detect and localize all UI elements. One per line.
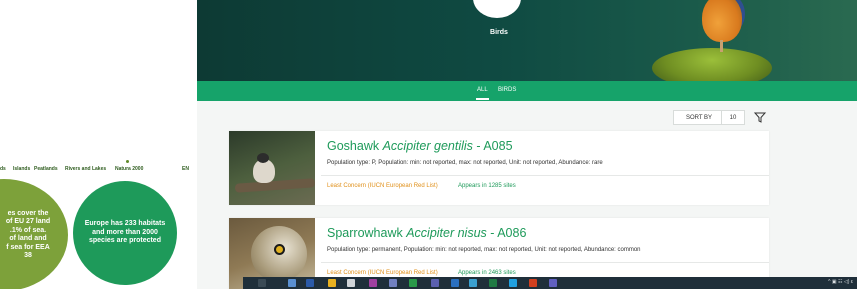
stat-bubble-coverage-text: es cover the of EU 27 land .1% of sea. o…: [5, 209, 51, 260]
species-code: - A086: [486, 226, 527, 240]
stat-bubble-coverage: es cover the of EU 27 land .1% of sea. o…: [0, 179, 68, 289]
nav-item-lands[interactable]: ds: [0, 166, 6, 172]
tab-all[interactable]: ALL: [477, 87, 488, 93]
species-common-name: Sparrowhawk: [327, 226, 407, 240]
skype-icon[interactable]: [509, 279, 517, 287]
card-divider: [321, 262, 769, 263]
species-population-info: Population type: permanent, Population: …: [327, 247, 641, 253]
nav-item-peatlands[interactable]: Peatlands: [34, 166, 58, 172]
sort-by-dropdown[interactable]: SORT BY: [673, 110, 725, 125]
system-tray[interactable]: ^ ▣ ☷ ◁) ε: [828, 279, 853, 285]
hero-banner: Birds: [197, 0, 857, 81]
hero-count-circle: [473, 0, 521, 18]
word-icon[interactable]: [306, 279, 314, 287]
active-nav-dot: [126, 160, 129, 163]
sites-count-link[interactable]: Appears in 2463 sites: [458, 270, 516, 276]
species-scientific-name: Accipiter gentilis: [382, 139, 473, 153]
red-list-status: Least Concern (IUCN European Red List): [327, 270, 438, 276]
nav-item-islands[interactable]: Islands: [13, 166, 30, 172]
species-population-info: Population type: P, Population: min: not…: [327, 160, 603, 166]
species-title[interactable]: Sparrowhawk Accipiter nisus - A086: [327, 226, 526, 240]
left-nav: ds Islands Peatlands Rivers and Lakes Na…: [0, 166, 197, 176]
sites-count-link[interactable]: Appears in 1285 sites: [458, 183, 516, 189]
screen: ds Islands Peatlands Rivers and Lakes Na…: [0, 0, 857, 289]
language-selector[interactable]: EN: [182, 166, 189, 172]
active-tab-indicator: [476, 98, 489, 100]
card-divider: [321, 175, 769, 176]
stat-bubble-habitats-text: Europe has 233 habitats and more than 20…: [84, 220, 166, 245]
species-title[interactable]: Goshawk Accipiter gentilis - A085: [327, 139, 513, 153]
species-common-name: Goshawk: [327, 139, 383, 153]
outlook-icon[interactable]: [451, 279, 459, 287]
nav-item-natura-2000[interactable]: Natura 2000: [115, 166, 143, 172]
branch-shape: [234, 178, 315, 193]
tab-bar: ALL BIRDS: [197, 81, 857, 101]
powerpoint-icon[interactable]: [529, 279, 537, 287]
species-thumbnail: [229, 131, 315, 205]
left-page-pane: ds Islands Peatlands Rivers and Lakes Na…: [0, 0, 197, 289]
task-view-icon[interactable]: [258, 279, 266, 287]
teams-icon[interactable]: [549, 279, 557, 287]
moss-perch: [652, 48, 772, 81]
edge-icon[interactable]: [469, 279, 477, 287]
bird-eye-shape: [274, 244, 285, 255]
nav-item-rivers-and-lakes[interactable]: Rivers and Lakes: [65, 166, 106, 172]
spotify-icon[interactable]: [409, 279, 417, 287]
excel-icon[interactable]: [489, 279, 497, 287]
taskbar: ^ ▣ ☷ ◁) ε: [243, 277, 857, 289]
red-list-status: Least Concern (IUCN European Red List): [327, 183, 438, 189]
app-icon[interactable]: [431, 279, 439, 287]
onenote-icon[interactable]: [369, 279, 377, 287]
search-app-icon[interactable]: [288, 279, 296, 287]
species-page: Birds ALL BIRDS SORT BY 10 Goshawk Accip…: [197, 0, 857, 289]
species-scientific-name: Accipiter nisus: [406, 226, 487, 240]
file-explorer-icon[interactable]: [328, 279, 336, 287]
species-code: - A085: [472, 139, 513, 153]
bird-head-shape: [257, 153, 269, 163]
bird-leg: [720, 40, 723, 52]
stat-bubble-habitats: Europe has 233 habitats and more than 20…: [73, 181, 177, 285]
tab-birds[interactable]: BIRDS: [498, 87, 516, 93]
calculator-icon[interactable]: [347, 279, 355, 287]
page-size-select[interactable]: 10: [721, 110, 745, 125]
app-icon[interactable]: [389, 279, 397, 287]
hero-title: Birds: [490, 29, 508, 36]
species-card[interactable]: Goshawk Accipiter gentilis - A085 Popula…: [229, 131, 769, 205]
filter-icon[interactable]: [753, 110, 767, 124]
